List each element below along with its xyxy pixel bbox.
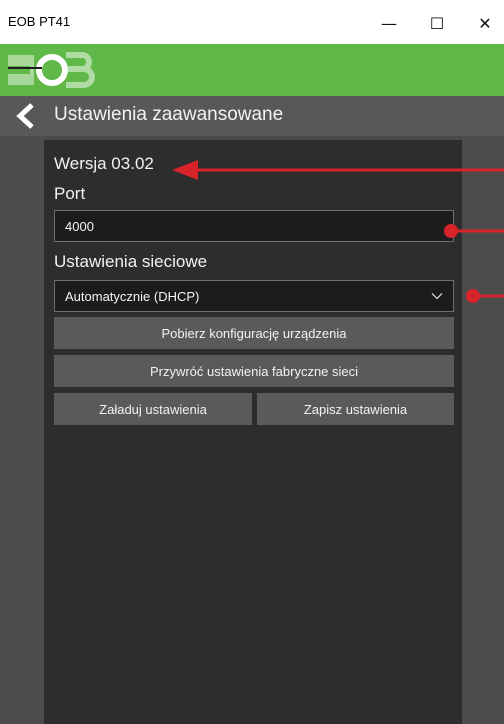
chevron-down-icon: [431, 293, 443, 300]
save-settings-button[interactable]: Zapisz ustawienia: [257, 393, 454, 425]
left-margin: [0, 136, 44, 724]
page-title: Ustawienia zaawansowane: [54, 104, 284, 125]
close-button[interactable]: ✕: [466, 8, 504, 38]
navigation-bar: Ustawienia zaawansowane: [0, 96, 504, 136]
right-margin: [462, 136, 504, 724]
download-config-button[interactable]: Pobierz konfigurację urządzenia: [54, 317, 454, 349]
maximize-button[interactable]: ☐: [418, 8, 456, 38]
port-label: Port: [54, 184, 86, 203]
brand-bar: [0, 44, 504, 96]
network-settings-label: Ustawienia sieciowe: [54, 252, 208, 271]
version-label: Wersja 03.02: [54, 154, 154, 173]
network-mode-value: Automatycznie (DHCP): [65, 289, 200, 304]
network-mode-select[interactable]: Automatycznie (DHCP): [54, 280, 454, 312]
chevron-left-icon: [16, 103, 34, 129]
window-titlebar: EOB PT41 — ☐ ✕: [0, 0, 504, 44]
app-logo: [8, 52, 95, 88]
restore-factory-network-button[interactable]: Przywróć ustawienia fabryczne sieci: [54, 355, 454, 387]
window-title: EOB PT41: [8, 14, 71, 29]
minimize-button[interactable]: —: [370, 8, 408, 38]
port-input[interactable]: [54, 210, 454, 242]
back-button[interactable]: [12, 102, 40, 130]
load-settings-button[interactable]: Załaduj ustawienia: [54, 393, 252, 425]
